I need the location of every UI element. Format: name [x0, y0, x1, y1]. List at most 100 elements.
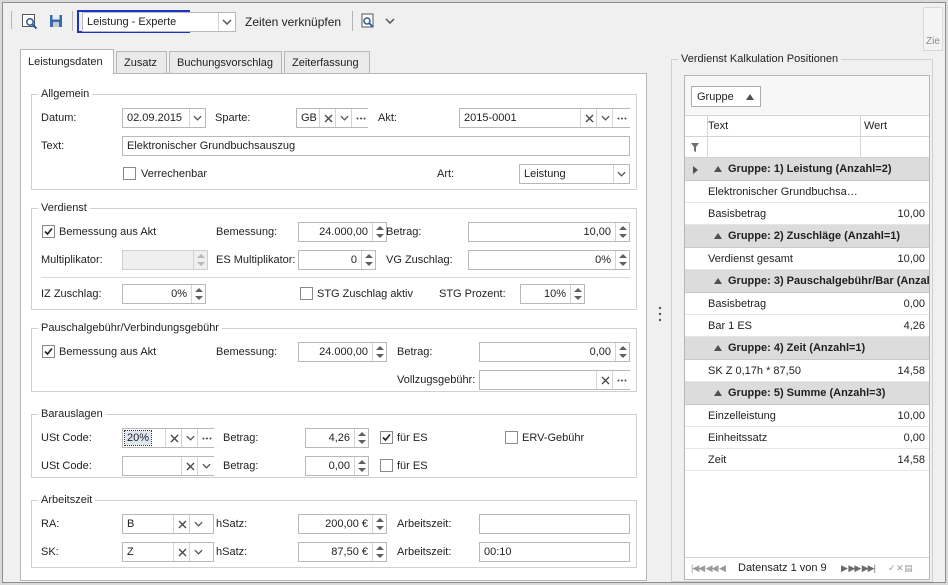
table-row[interactable]: Einzelleistung 10,00 [685, 405, 929, 427]
es-multiplikator-value: 0 [350, 254, 357, 266]
ra-field[interactable]: B [122, 514, 214, 534]
table-row[interactable]: Verdienst gesamt 10,00 [685, 248, 929, 270]
es-multiplikator-field[interactable]: 0 [298, 250, 376, 270]
hsatz-1-label: hSatz: [216, 518, 248, 530]
betrag-field[interactable]: 10,00 [468, 222, 630, 242]
spin-icon[interactable] [615, 223, 629, 241]
ust-code-2-field[interactable] [122, 456, 215, 476]
collapse-icon[interactable] [714, 233, 722, 239]
spin-icon[interactable] [361, 251, 375, 269]
zeiten-verknuepfen-button[interactable]: Zeiten verknüpfen [245, 15, 341, 29]
ust-code-1-field[interactable]: 20% [122, 428, 215, 448]
pauschal-bemessung-aus-akt-checkbox[interactable] [42, 345, 55, 358]
spin-icon[interactable] [372, 543, 386, 561]
spin-icon[interactable] [615, 251, 629, 269]
tab-zusatz[interactable]: Zusatz [116, 51, 167, 73]
verrechenbar-checkbox[interactable] [123, 167, 136, 180]
group-row[interactable]: Gruppe: 4) Zeit (Anzahl=1) [685, 337, 929, 360]
collapse-icon[interactable] [714, 278, 722, 284]
spin-icon[interactable] [354, 457, 368, 475]
table-row[interactable]: Einheitssatz 0,00 [685, 427, 929, 449]
ellipsis-icon[interactable] [612, 371, 630, 389]
table-row[interactable]: Basisbetrag 0,00 [685, 293, 929, 315]
nav-first-icon[interactable]: |◀◀ ◀◀ ◀ [691, 563, 726, 574]
bemessung-field[interactable]: 24.000,00 [298, 222, 387, 242]
vollzugsgebuehr-field[interactable] [479, 370, 630, 390]
filter-icon [691, 143, 699, 155]
pauschal-bemessung-field[interactable]: 24.000,00 [298, 342, 387, 362]
tab-leistungsdaten[interactable]: Leistungsdaten [20, 49, 114, 74]
arbeitszeit-1-field[interactable] [479, 514, 630, 534]
ellipsis-icon[interactable] [612, 109, 630, 127]
spin-icon[interactable] [191, 285, 205, 303]
pauschal-betrag-field[interactable]: 0,00 [479, 342, 630, 362]
spin-icon[interactable] [354, 429, 368, 447]
report-icon[interactable] [358, 11, 378, 31]
table-row[interactable]: Elektronischer Grundbuchsauszug [685, 181, 929, 203]
group-row[interactable]: Gruppe: 2) Zuschläge (Anzahl=1) [685, 225, 929, 248]
toolbar-grip [11, 11, 12, 29]
chevron-down-icon[interactable] [189, 515, 207, 533]
chevron-down-icon[interactable] [197, 457, 215, 475]
stg-prozent-field[interactable]: 10% [520, 284, 585, 304]
table-row[interactable]: SK Z 0,17h * 87,50 14,58 [685, 360, 929, 382]
mode-combo-value: Leistung - Experte [87, 16, 177, 28]
collapse-icon[interactable] [714, 166, 722, 172]
group-row[interactable]: Gruppe: 5) Summe (Anzahl=3) [685, 382, 929, 405]
column-header-wert[interactable]: Wert [864, 120, 887, 132]
splitter-grip[interactable] [658, 305, 662, 323]
sk-field[interactable]: Z [122, 542, 214, 562]
row-value: 10,00 [897, 410, 925, 422]
chevron-down-icon[interactable] [613, 165, 629, 183]
spin-icon[interactable] [615, 343, 629, 361]
spin-icon[interactable] [193, 251, 207, 269]
group-row[interactable]: Gruppe: 1) Leistung (Anzahl=2) [685, 158, 929, 181]
nav-next-icon[interactable]: ▶ ▶▶ ▶▶| [841, 563, 876, 574]
ellipsis-icon[interactable] [197, 429, 215, 447]
ziel-button[interactable]: Zie [923, 7, 943, 51]
bemessung-aus-akt-checkbox[interactable] [42, 225, 55, 238]
collapse-icon[interactable] [714, 345, 722, 351]
save-disk-icon[interactable] [46, 11, 66, 31]
tab-buchungsvorschlag[interactable]: Buchungsvorschlag [169, 51, 282, 73]
column-header-text[interactable]: Text [708, 120, 728, 132]
spin-icon[interactable] [570, 285, 584, 303]
table-row[interactable]: Zeit 14,58 [685, 449, 929, 471]
chevron-down-icon[interactable] [189, 543, 207, 561]
nav-edit-icon[interactable]: ✓ ✕ ▤ [888, 563, 913, 574]
ellipsis-icon[interactable] [351, 109, 369, 127]
hsatz-1-value: 200,00 € [325, 518, 368, 530]
art-field[interactable]: Leistung [519, 164, 630, 184]
chevron-down-icon[interactable] [189, 109, 205, 127]
mode-combo[interactable]: Leistung - Experte [82, 12, 236, 32]
hsatz-1-field[interactable]: 200,00 € [298, 514, 387, 534]
fuer-es-2-checkbox[interactable] [380, 459, 393, 472]
text-field[interactable]: Elektronischer Grundbuchsauszug [122, 136, 630, 156]
spin-icon[interactable] [372, 343, 386, 361]
chevron-down-icon[interactable] [218, 13, 235, 31]
tab-zeiterfassung[interactable]: Zeiterfassung [284, 51, 370, 73]
hsatz-2-field[interactable]: 87,50 € [298, 542, 387, 562]
table-row[interactable]: Bar 1 ES 4,26 [685, 315, 929, 337]
chevron-down-icon[interactable] [380, 11, 400, 31]
filter-row[interactable] [685, 137, 929, 158]
fuer-es-1-checkbox[interactable] [380, 431, 393, 444]
sparte-field[interactable]: GB [296, 108, 369, 128]
spin-icon[interactable] [372, 223, 386, 241]
table-row[interactable]: Basisbetrag 10,00 [685, 203, 929, 225]
iz-zuschlag-field[interactable]: 0% [122, 284, 206, 304]
stg-zuschlag-aktiv-checkbox[interactable] [300, 287, 313, 300]
multiplikator-field[interactable] [122, 250, 208, 270]
group-chip[interactable]: Gruppe [691, 86, 761, 107]
preview-search-icon[interactable] [20, 11, 40, 31]
erv-gebuehr-checkbox[interactable] [505, 431, 518, 444]
arbeitszeit-2-field[interactable]: 00:10 [479, 542, 630, 562]
akt-field[interactable]: 2015-0001 [459, 108, 630, 128]
group-row[interactable]: Gruppe: 3) Pauschalgebühr/Bar (Anzahl=2) [685, 270, 929, 293]
spin-icon[interactable] [372, 515, 386, 533]
collapse-icon[interactable] [714, 390, 722, 396]
datum-field[interactable]: 02.09.2015 [122, 108, 206, 128]
bar-betrag-2-field[interactable]: 0,00 [305, 456, 369, 476]
vg-zuschlag-field[interactable]: 0% [468, 250, 630, 270]
bar-betrag-1-field[interactable]: 4,26 [305, 428, 369, 448]
